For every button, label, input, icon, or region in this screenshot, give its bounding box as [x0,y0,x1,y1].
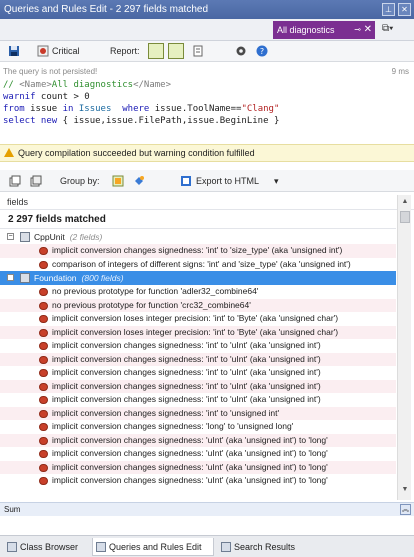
results-list: − CppUnit (2 fields) implicit conversion … [0,230,396,500]
export-html-button[interactable]: Export to HTML [196,176,259,186]
scroll-thumb[interactable] [400,211,410,223]
collapse-icon[interactable]: − [7,233,14,240]
gear-icon[interactable] [235,45,247,57]
issue-icon [39,315,48,323]
list-item[interactable]: implicit conversion loses integer precis… [0,325,396,339]
edit-icon [96,542,106,552]
issue-icon [39,247,48,255]
column-header-fields[interactable]: fields [0,195,414,210]
list-item[interactable]: implicit conversion changes signedness: … [0,474,396,488]
search-icon [221,542,231,552]
group-by-namespace-icon[interactable] [133,175,145,187]
group-row-cppunit[interactable]: − CppUnit (2 fields) [0,230,396,244]
assembly-icon [20,273,30,283]
issue-icon [39,328,48,337]
code-line-3: from issue in Issues where issue.ToolNam… [3,104,280,114]
scroll-up-icon[interactable]: ▲ [400,198,410,208]
issue-icon [39,409,48,418]
group-name: CppUnit (2 fields) [34,232,103,242]
help-icon[interactable]: ? [256,45,268,57]
expand-all-icon[interactable] [9,175,21,187]
issue-icon [39,423,48,431]
tab-class-browser[interactable]: Class Browser [4,538,88,556]
issue-icon [39,369,48,377]
save-icon[interactable] [8,45,20,57]
list-item[interactable]: implicit conversion changes signedness: … [0,460,396,474]
document-tabstrip: All diagnostics ⊸ ✕ ⧉▾ [0,19,414,41]
list-item[interactable]: comparison of integers of different sign… [0,258,396,272]
window-titlebar: Queries and Rules Edit - 2 297 fields ma… [0,0,414,19]
code-line-2: warnif count > 0 [3,92,90,102]
report-options-icon[interactable] [192,45,204,57]
group-row-foundation[interactable]: − Foundation (800 fields) [0,271,396,285]
query-editor[interactable]: // <Name>All diagnostics</Name> warnif c… [3,79,411,127]
list-item[interactable]: implicit conversion changes signedness: … [0,433,396,447]
list-item[interactable]: implicit conversion changes signedness: … [0,339,396,353]
issue-icon [39,396,48,404]
list-item[interactable]: implicit conversion changes signedness: … [0,244,396,258]
svg-text:?: ? [260,47,264,56]
report-grid-button[interactable] [148,43,164,59]
list-item[interactable]: implicit conversion changes signedness: … [0,406,396,420]
issue-icon [39,288,48,296]
collapse-icon[interactable]: − [7,274,14,281]
warning-icon [4,148,14,157]
group-name: Foundation (800 fields) [34,273,124,283]
expand-sum-icon[interactable]: ︽ [400,504,411,515]
sum-label: Sum [4,505,21,514]
collapse-all-icon[interactable] [30,175,42,187]
tab-close-icon[interactable]: ✕ [364,21,372,39]
tab-queries-and-rules-edit[interactable]: Queries and Rules Edit [92,538,214,556]
issue-icon [39,436,48,445]
list-item[interactable]: no previous prototype for function 'crc3… [0,298,396,312]
window-title: Queries and Rules Edit - 2 297 fields ma… [4,4,208,15]
tab-all-diagnostics-label: All diagnostics [277,25,335,35]
issue-icon [39,342,48,350]
tab-pin-icon[interactable]: ⊸ [354,21,361,39]
issue-icon [39,463,48,472]
scroll-down-icon[interactable]: ▼ [400,486,410,496]
assembly-icon [20,232,30,242]
issue-icon [39,382,48,391]
close-icon[interactable]: ✕ [398,3,411,16]
list-item[interactable]: implicit conversion changes signedness: … [0,420,396,434]
list-item[interactable]: implicit conversion changes signedness: … [0,366,396,380]
pin-icon[interactable]: ⊥ [382,3,395,16]
critical-rule-icon[interactable] [37,45,49,57]
query-timing: 9 ms [391,67,409,76]
compilation-warning-bar: Query compilation succeeded but warning … [0,144,414,162]
issue-icon [39,260,48,269]
export-dropdown-icon[interactable]: ▾ [274,176,279,187]
results-scrollbar[interactable]: ▲ ▼ [397,195,411,500]
bottom-tabstrip: Class Browser Queries and Rules Edit Sea… [0,535,414,557]
tab-menu-icon[interactable]: ⧉▾ [382,23,393,34]
list-item[interactable]: implicit conversion loses integer precis… [0,312,396,326]
critical-label[interactable]: Critical [52,46,80,56]
tab-search-results[interactable]: Search Results [218,538,306,556]
list-item[interactable]: implicit conversion changes signedness: … [0,352,396,366]
issue-icon [39,477,48,485]
report-list-button[interactable] [168,43,184,59]
issue-icon [39,301,48,310]
issue-icon [39,450,48,458]
query-toolbar: Critical Report: ? [0,41,414,62]
issue-icon [39,355,48,364]
warning-message: Query compilation succeeded but warning … [18,148,255,158]
export-html-icon[interactable] [180,175,192,187]
code-line-1: // <Name>All diagnostics</Name> [3,80,171,90]
report-label: Report: [110,46,140,56]
list-item[interactable]: no previous prototype for function 'adle… [0,285,396,299]
list-item[interactable]: implicit conversion changes signedness: … [0,379,396,393]
match-count: 2 297 fields matched [0,211,396,229]
list-item[interactable]: implicit conversion changes signedness: … [0,393,396,407]
list-item[interactable]: implicit conversion changes signedness: … [0,447,396,461]
class-browser-icon [7,542,17,552]
sum-bar: Sum ︽ [0,502,414,516]
group-by-assembly-icon[interactable] [112,175,124,187]
group-by-label: Group by: [60,176,100,186]
code-line-4: select new { issue,issue.FilePath,issue.… [3,116,280,126]
tab-all-diagnostics[interactable]: All diagnostics ⊸ ✕ [273,21,375,39]
results-toolbar: Group by: Export to HTML ▾ [0,170,414,192]
persist-status: The query is not persisted! [3,67,98,76]
